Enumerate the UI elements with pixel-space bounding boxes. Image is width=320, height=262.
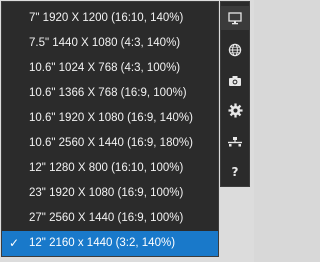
menu-item-label: 10.6" 1024 X 768 (4:3, 100%) — [29, 62, 181, 74]
network-button[interactable] — [221, 130, 249, 154]
help-icon: ? — [231, 165, 239, 179]
network-icon — [228, 137, 242, 147]
resolution-item-12in-1280x800[interactable]: 12" 1280 X 800 (16:10, 100%) — [2, 156, 218, 181]
gear-icon — [227, 102, 243, 118]
menu-item-label: 10.6" 1920 X 1080 (16:9, 140%) — [29, 112, 193, 124]
checkmark-icon: ✓ — [9, 236, 20, 250]
resolution-item-7-5in-1440x1080[interactable]: 7.5" 1440 X 1080 (4:3, 140%) — [2, 31, 218, 56]
monitor-icon — [228, 11, 242, 24]
resolution-item-10-6in-1920x1080[interactable]: 10.6" 1920 X 1080 (16:9, 140%) — [2, 106, 218, 131]
resolution-item-12in-2160x1440[interactable]: ✓ 12" 2160 x 1440 (3:2, 140%) — [2, 231, 218, 256]
menu-item-label: 7" 1920 X 1200 (16:10, 140%) — [29, 12, 184, 24]
menu-item-label: 12" 2160 x 1440 (3:2, 140%) — [29, 237, 176, 249]
menu-item-label: 10.6" 2560 X 1440 (16:9, 180%) — [29, 137, 193, 149]
screenshot-button[interactable] — [221, 69, 249, 93]
resolution-item-10-6in-1024x768[interactable]: 10.6" 1024 X 768 (4:3, 100%) — [2, 56, 218, 81]
globe-icon — [228, 43, 242, 57]
emulator-panel: 7" 1920 X 1200 (16:10, 140%) 7.5" 1440 X… — [0, 0, 254, 262]
resolution-menu: 7" 1920 X 1200 (16:10, 140%) 7.5" 1440 X… — [1, 1, 219, 257]
camera-icon — [229, 76, 241, 86]
resolution-item-27in-2560x1440[interactable]: 27" 2560 X 1440 (16:9, 100%) — [2, 206, 218, 231]
change-resolution-button[interactable] — [221, 6, 249, 30]
menu-item-label: 12" 1280 X 800 (16:10, 100%) — [29, 162, 184, 174]
resolution-item-10-6in-2560x1440[interactable]: 10.6" 2560 X 1440 (16:9, 180%) — [2, 131, 218, 156]
resolution-item-23in-1920x1080[interactable]: 23" 1920 X 1080 (16:9, 100%) — [2, 181, 218, 206]
menu-item-label: 27" 2560 X 1440 (16:9, 100%) — [29, 212, 184, 224]
settings-button[interactable] — [221, 98, 249, 122]
resolution-item-10-6in-1366x768[interactable]: 10.6" 1366 X 768 (16:9, 100%) — [2, 81, 218, 106]
menu-item-label: 7.5" 1440 X 1080 (4:3, 140%) — [29, 37, 181, 49]
menu-item-label: 10.6" 1366 X 768 (16:9, 100%) — [29, 87, 187, 99]
help-button[interactable]: ? — [221, 160, 249, 184]
emulator-toolbar: ? — [220, 1, 250, 187]
location-button[interactable] — [221, 38, 249, 62]
resolution-item-7in-1920x1200[interactable]: 7" 1920 X 1200 (16:10, 140%) — [2, 6, 218, 31]
menu-item-label: 23" 1920 X 1080 (16:9, 100%) — [29, 187, 184, 199]
